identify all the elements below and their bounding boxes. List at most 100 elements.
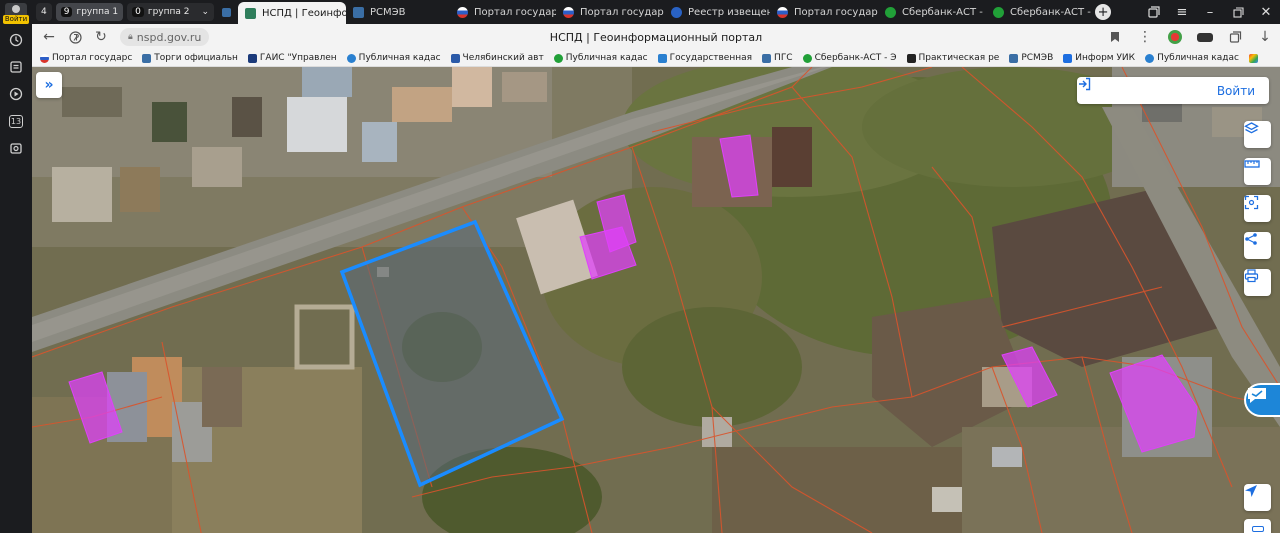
print-icon (1244, 269, 1259, 283)
tab-sberbank-1[interactable]: Сбербанк-АСТ - Эл (878, 0, 986, 24)
tab-group-count-label: 4 (41, 7, 47, 17)
login-button[interactable]: Войти (1217, 84, 1255, 98)
expand-panel-button[interactable]: » (36, 72, 62, 98)
extension-1-icon[interactable] (1160, 24, 1190, 50)
nspd-favicon-icon (245, 7, 257, 19)
tab-manager-icon[interactable] (1140, 1, 1168, 23)
yandex-icon[interactable] (62, 24, 88, 50)
tab-group-2[interactable]: 0 группа 2 ⌄ (127, 3, 215, 21)
tab-reestr[interactable]: Реестр извещений (664, 0, 770, 24)
tab-gosuslugi-3[interactable]: Портал государств (770, 0, 878, 24)
tab-label: Портал государств (474, 6, 557, 18)
bookmark-item[interactable]: Информ УИК (1063, 53, 1135, 63)
url-text: nspd.gov.ru (136, 30, 202, 44)
tab-group-1[interactable]: 9 группа 1 (55, 3, 124, 21)
bookmark-icon[interactable] (1100, 24, 1130, 50)
bookmark-item[interactable]: Публичная кадас (1145, 53, 1239, 63)
layers-icon (1244, 122, 1259, 134)
tab-nspd[interactable]: НСПД | Геоинфо ✕ (238, 2, 347, 24)
tab-favicon-icon[interactable] (218, 1, 234, 23)
wikipedia-icon (906, 53, 916, 63)
plus-icon: + (1095, 4, 1112, 20)
sidebar-app-icon[interactable] (6, 138, 26, 158)
tab-group-count[interactable]: 4 (36, 3, 52, 21)
counter-icon[interactable]: 13 (6, 111, 26, 131)
back-icon[interactable]: ← (36, 24, 62, 50)
extension-2-icon[interactable] (1190, 24, 1220, 50)
ruler-icon (1244, 160, 1260, 168)
bookmark-item[interactable]: Портал государс (40, 53, 132, 63)
share-icon (1245, 233, 1257, 245)
chevron-down-icon[interactable]: ⌄ (201, 7, 209, 17)
address-bar-actions: ⋮ ↓ (1100, 24, 1280, 50)
reload-icon[interactable]: ↻ (88, 24, 114, 50)
url-field[interactable]: 🔒︎ nspd.gov.ru (120, 28, 210, 46)
more-vertical-icon[interactable]: ⋮ (1130, 24, 1160, 50)
print-button[interactable] (1244, 269, 1271, 296)
building-icon (657, 53, 667, 63)
bookmark-item[interactable]: РСМЭВ (1009, 53, 1053, 63)
minimize-icon[interactable]: – (1196, 1, 1224, 23)
tab-group-1-label: группа 1 (76, 7, 119, 17)
locate-button[interactable] (1244, 484, 1271, 511)
map-view[interactable]: » Войти (32, 67, 1280, 533)
extra-tool-button[interactable] (1244, 519, 1271, 533)
tool-icon (1251, 526, 1264, 532)
page-title: НСПД | Геоинформационный портал (549, 30, 763, 44)
menu-icon[interactable]: ≡ (1168, 1, 1196, 23)
bookmark-item[interactable]: ГАИС "Управлен (247, 53, 337, 63)
bookmark-item[interactable]: Государственная (657, 53, 752, 63)
bookmark-item[interactable]: Практическая ре (906, 53, 999, 63)
double-chevron-right-icon: » (44, 77, 54, 93)
bookmark-item[interactable]: ПГС (762, 53, 793, 63)
tab-label: Сбербанк-АСТ - Эл (1010, 6, 1092, 18)
profile-avatar[interactable]: Войти (2, 3, 30, 24)
new-tab-button[interactable]: + (1092, 1, 1114, 23)
sberbank-favicon-icon (993, 6, 1005, 18)
bookmark-item[interactable]: Сбербанк-АСТ - Э (802, 53, 897, 63)
tab-sberbank-2[interactable]: Сбербанк-АСТ - Эл (986, 0, 1092, 24)
tab-strip: 4 9 группа 1 0 группа 2 ⌄ НСПД | Геоинфо… (32, 0, 1280, 24)
tab-gosuslugi-2[interactable]: Портал государств (556, 0, 664, 24)
login-badge: Войти (2, 15, 30, 24)
extensions-icon[interactable] (1220, 24, 1250, 50)
history-icon[interactable] (6, 30, 26, 50)
gmail-icon[interactable] (1248, 53, 1261, 63)
measure-button[interactable] (1244, 158, 1271, 185)
tab-group-2-count: 0 (132, 7, 144, 17)
video-icon[interactable] (6, 84, 26, 104)
sberbank-favicon-icon (885, 6, 897, 18)
select-area-button[interactable] (1244, 195, 1271, 222)
flag-icon (40, 53, 49, 63)
tab-gosuslugi-1[interactable]: Портал государств (450, 0, 556, 24)
lock-icon: 🔒︎ (128, 32, 133, 42)
counter-label: 13 (8, 114, 24, 128)
bookmark-item[interactable]: Челябинский авт (450, 53, 544, 63)
bookmarks-bar: Портал государс Торги официальн ГАИС "Уп… (32, 50, 1280, 67)
user-icon (12, 5, 20, 13)
download-icon[interactable]: ↓ (1250, 24, 1280, 50)
bookmark-item[interactable]: Торги официальн (142, 53, 238, 63)
login-bar[interactable]: Войти (1077, 77, 1269, 104)
tab-label: Реестр извещений (688, 6, 771, 18)
share-button[interactable] (1244, 232, 1271, 259)
notes-icon[interactable] (6, 57, 26, 77)
tab-group-2-label: группа 2 (147, 7, 190, 17)
login-icon (1079, 77, 1091, 91)
reestr-favicon-icon (671, 6, 683, 18)
close-window-icon[interactable]: ✕ (1252, 1, 1280, 23)
select-area-icon (1244, 195, 1259, 210)
layers-button[interactable] (1244, 121, 1271, 148)
pgs-icon (762, 53, 772, 63)
tab-label: Портал государств (794, 6, 878, 18)
tab-label: НСПД | Геоинфо (262, 7, 347, 19)
support-chat-button[interactable] (1244, 383, 1280, 417)
satellite-map[interactable] (32, 67, 1280, 533)
flag-favicon-icon (563, 6, 575, 18)
rsmev-icon (1009, 53, 1019, 63)
bookmark-item[interactable]: Публичная кадас (553, 53, 648, 63)
tab-rsmev[interactable]: РСМЭВ (346, 0, 450, 24)
restore-icon[interactable] (1224, 1, 1252, 23)
check-circle-icon (553, 53, 563, 63)
bookmark-item[interactable]: Публичная кадас (346, 53, 441, 63)
